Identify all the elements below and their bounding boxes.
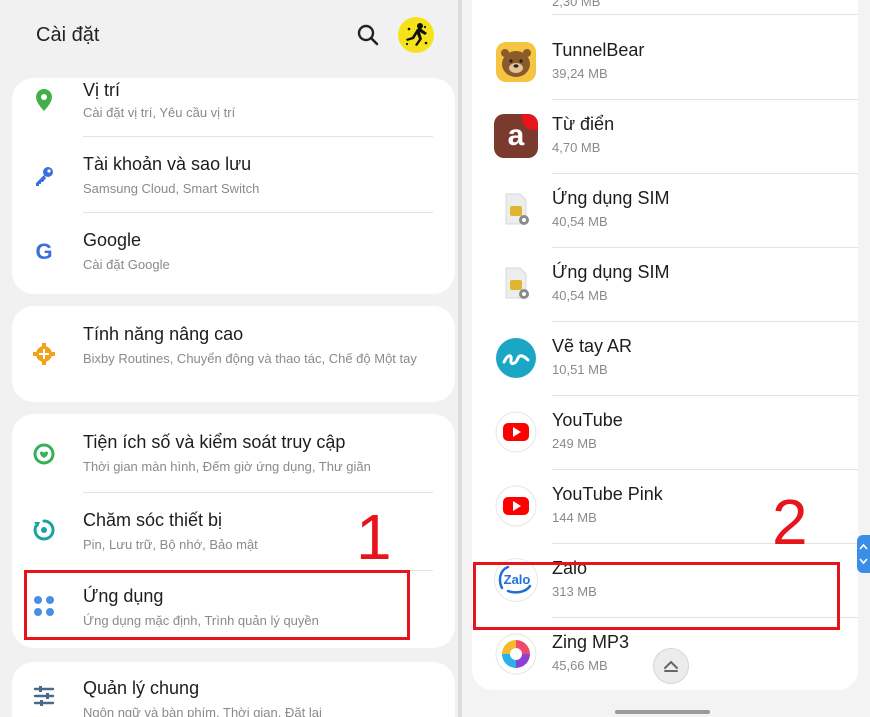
settings-item-advanced[interactable]: Tính năng nâng cao Bixby Routines, Chuyể… — [12, 306, 455, 402]
zing-mp3-icon — [495, 633, 537, 675]
settings-item-title: Chăm sóc thiết bị — [83, 510, 223, 530]
app-name: Từ điển — [552, 114, 615, 134]
settings-item-title: Vị trí — [83, 80, 121, 100]
divider — [83, 492, 433, 493]
settings-item-title: Tài khoản và sao lưu — [83, 154, 252, 174]
sim-card-icon — [505, 193, 529, 225]
app-size: 10,51 MB — [552, 362, 608, 377]
divider — [552, 173, 858, 174]
ar-doodle-icon — [496, 338, 536, 378]
settings-item-title: Google — [83, 230, 142, 250]
app-item-sim-2[interactable]: Ứng dụng SIM 40,54 MB — [472, 262, 858, 336]
settings-item-google[interactable]: G Google Cài đặt Google — [12, 216, 455, 288]
app-size: 249 MB — [552, 436, 597, 451]
youtube-icon — [495, 485, 537, 527]
fast-scroll-handle[interactable] — [857, 535, 870, 573]
settings-item-subtitle: Ngôn ngữ và bàn phím, Thời gian, Đặt lại — [83, 705, 322, 717]
chevron-up-icon — [664, 660, 678, 672]
settings-item-title: Tiện ích số và kiểm soát truy cập — [83, 432, 346, 452]
highlight-zalo-box — [473, 562, 840, 630]
app-name: Zing MP3 — [552, 632, 630, 652]
app-item-youtube[interactable]: YouTube 249 MB — [472, 410, 858, 484]
step-number-1: 1 — [356, 501, 392, 573]
app-size: 45,66 MB — [552, 658, 608, 673]
app-name: YouTube — [552, 410, 623, 430]
settings-item-wellbeing[interactable]: Tiện ích số và kiểm soát truy cập Thời g… — [12, 414, 455, 490]
key-icon — [32, 164, 56, 188]
scroll-to-top-button[interactable] — [653, 648, 689, 684]
search-icon[interactable] — [355, 22, 381, 48]
dictionary-icon: a — [494, 114, 538, 158]
app-size: 144 MB — [552, 510, 597, 525]
google-icon: G — [35, 239, 53, 264]
youtube-icon — [495, 411, 537, 453]
app-item-sim-1[interactable]: Ứng dụng SIM 40,54 MB — [472, 188, 858, 262]
avatar-figure-icon — [405, 23, 428, 46]
app-name: Ứng dụng SIM — [552, 188, 670, 208]
settings-card-accounts: Vị trí Cài đặt vị trí, Yêu cầu vị trí Tà… — [12, 78, 455, 294]
app-name: YouTube Pink — [552, 484, 663, 504]
tunnelbear-icon — [496, 42, 536, 82]
divider — [83, 136, 433, 137]
settings-item-accounts[interactable]: Tài khoản và sao lưu Samsung Cloud, Smar… — [12, 140, 455, 212]
gear-plus-icon — [32, 342, 56, 366]
avatar[interactable] — [398, 17, 434, 53]
settings-item-subtitle: Thời gian màn hình, Đếm giờ ứng dụng, Th… — [83, 459, 371, 474]
divider — [552, 247, 858, 248]
app-name: Vẽ tay AR — [552, 336, 633, 356]
settings-item-title: Tính năng nâng cao — [83, 324, 244, 344]
divider — [552, 469, 858, 470]
divider — [552, 543, 858, 544]
sim-card-icon — [505, 267, 529, 299]
divider — [552, 321, 858, 322]
sliders-icon — [32, 684, 56, 708]
app-size: 4,70 MB — [552, 140, 601, 155]
highlight-apps-box — [24, 570, 410, 640]
settings-item-subtitle: Bixby Routines, Chuyển động và thao tác,… — [83, 351, 417, 366]
settings-item-title: Quản lý chung — [83, 678, 200, 698]
scroll-arrows-icon — [859, 543, 868, 565]
app-item-ar-doodle[interactable]: Vẽ tay AR 10,51 MB — [472, 336, 858, 410]
settings-item-subtitle: Samsung Cloud, Smart Switch — [83, 181, 260, 196]
step-number-2: 2 — [772, 486, 808, 558]
app-item-tudien[interactable]: a Từ điển 4,70 MB — [472, 114, 858, 188]
digital-wellbeing-icon — [32, 442, 56, 466]
divider — [552, 395, 858, 396]
settings-item-subtitle: Cài đặt Google — [83, 257, 170, 272]
app-size: 40,54 MB — [552, 214, 608, 229]
divider — [552, 14, 858, 15]
settings-header: Cài đặt — [0, 0, 460, 72]
device-care-icon — [32, 518, 56, 542]
app-size: 40,54 MB — [552, 288, 608, 303]
settings-item-general[interactable]: Quản lý chung Ngôn ngữ và bàn phím, Thời… — [12, 662, 455, 717]
app-name: TunnelBear — [552, 40, 645, 60]
settings-item-subtitle: Cài đặt vị trí, Yêu cầu vị trí — [83, 105, 236, 120]
settings-item-location[interactable]: Vị trí Cài đặt vị trí, Yêu cầu vị trí — [12, 78, 455, 138]
app-item-tunnelbear[interactable]: TunnelBear 39,24 MB — [472, 40, 858, 114]
app-size: 39,24 MB — [552, 66, 608, 81]
settings-card-general: Quản lý chung Ngôn ngữ và bàn phím, Thời… — [12, 662, 455, 717]
divider — [83, 212, 433, 213]
partial-app-size: 2,30 MB — [552, 0, 601, 9]
page-title: Cài đặt — [36, 24, 100, 46]
navigation-home-bar — [615, 710, 710, 714]
divider — [552, 99, 858, 100]
settings-card-advanced: Tính năng nâng cao Bixby Routines, Chuyể… — [12, 306, 455, 402]
app-name: Ứng dụng SIM — [552, 262, 670, 282]
location-pin-icon — [32, 88, 56, 112]
